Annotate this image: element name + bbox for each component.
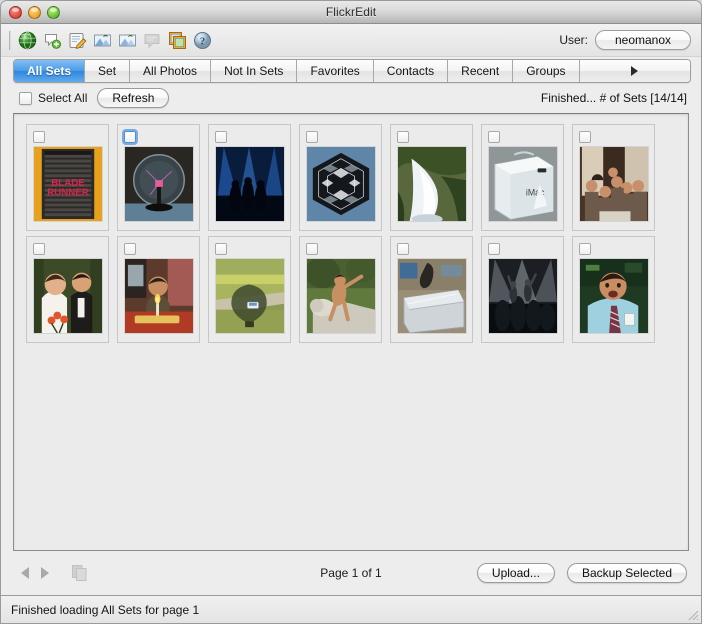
- thumbnail-checkbox[interactable]: [579, 131, 591, 143]
- group-party-photo-thumbnail[interactable]: [578, 146, 649, 222]
- thumbnail-checkbox[interactable]: [306, 131, 318, 143]
- thumbnail-checkbox[interactable]: [306, 243, 318, 255]
- thumbnail-cell[interactable]: [299, 236, 382, 343]
- tab-not-in-sets[interactable]: Not In Sets: [211, 60, 298, 82]
- thumbnail-panel[interactable]: BLADE RUNNER iMac: [13, 113, 689, 551]
- thumbnail-grid: BLADE RUNNER iMac: [14, 114, 688, 343]
- upload-photo-icon[interactable]: [91, 29, 113, 51]
- add-comment-icon[interactable]: [41, 29, 63, 51]
- globe-icon[interactable]: [16, 29, 38, 51]
- zoom-button[interactable]: [47, 6, 60, 19]
- thumbnail-cell[interactable]: [208, 124, 291, 231]
- thumbnail-checkbox[interactable]: [488, 131, 500, 143]
- concert-blue-stage-thumbnail[interactable]: [214, 146, 285, 222]
- comment-disabled-icon: [141, 29, 163, 51]
- triangle-right-icon[interactable]: [35, 563, 55, 583]
- window-title: FlickrEdit: [325, 5, 377, 19]
- control-row: Select All Refresh Finished... # of Sets…: [1, 83, 701, 113]
- select-all-label: Select All: [38, 91, 88, 105]
- status-bar: Finished loading All Sets for page 1: [1, 595, 701, 623]
- backup-selected-button[interactable]: Backup Selected: [566, 563, 687, 583]
- lion-statue-thumbnail[interactable]: [305, 258, 376, 334]
- thumbnail-cell[interactable]: [572, 236, 655, 343]
- tab-recent[interactable]: Recent: [448, 60, 514, 82]
- toolbar: ? User: neomanox: [1, 24, 701, 57]
- thumbnail-checkbox[interactable]: [397, 243, 409, 255]
- blade-runner-poster-thumbnail[interactable]: BLADE RUNNER: [32, 146, 103, 222]
- triangle-left-icon[interactable]: [15, 563, 35, 583]
- balloon-shadow-field-thumbnail[interactable]: [214, 258, 285, 334]
- thumbnail-checkbox[interactable]: [397, 131, 409, 143]
- close-button[interactable]: [9, 6, 22, 19]
- thumbnail-checkbox[interactable]: [215, 131, 227, 143]
- tab-set[interactable]: Set: [85, 60, 131, 82]
- user-label: User:: [559, 33, 588, 47]
- thumbnail-checkbox[interactable]: [488, 243, 500, 255]
- hexagon-mosaic-tile-thumbnail[interactable]: [305, 146, 376, 222]
- thumbnail-checkbox[interactable]: [579, 243, 591, 255]
- thumbnail-cell[interactable]: [390, 236, 473, 343]
- edit-icon[interactable]: [66, 29, 88, 51]
- toolbar-icon-group: ?: [16, 29, 213, 51]
- bottom-bar: Page 1 of 1 Upload... Backup Selected: [1, 551, 701, 595]
- thumbnail-cell[interactable]: [572, 124, 655, 231]
- select-all-checkbox[interactable]: [19, 91, 32, 105]
- thumbnail-cell[interactable]: iMac: [481, 124, 564, 231]
- tab-favorites[interactable]: Favorites: [297, 60, 374, 82]
- tab-all-sets[interactable]: All Sets: [14, 60, 86, 82]
- chevron-right-icon[interactable]: [579, 60, 690, 82]
- chevron-right-glyph: [631, 66, 639, 76]
- thumbnail-checkbox[interactable]: [33, 131, 45, 143]
- thumbnail-checkbox[interactable]: [124, 243, 136, 255]
- birthday-candle-thumbnail[interactable]: [123, 258, 194, 334]
- status-message: Finished loading All Sets for page 1: [11, 602, 200, 617]
- metal-case-thumbnail[interactable]: [396, 258, 467, 334]
- thumbnail-cell[interactable]: [117, 124, 200, 231]
- thumbnail-cell[interactable]: [208, 236, 291, 343]
- thumbnail-cell[interactable]: [390, 124, 473, 231]
- thumbnail-cell[interactable]: BLADE RUNNER: [26, 124, 109, 231]
- toolbar-grip: [9, 30, 11, 50]
- tab-bar: All Sets Set All Photos Not In Sets Favorite…: [13, 59, 691, 83]
- status-count-label: Finished... # of Sets [14/14]: [540, 91, 687, 105]
- bottom-actions: Upload... Backup Selected: [476, 563, 687, 583]
- tab-groups[interactable]: Groups: [513, 60, 580, 82]
- download-photo-icon[interactable]: [116, 29, 138, 51]
- application-window: FlickrEdit ? User: neomanox All Sets Set…: [0, 0, 702, 624]
- thumbnail-cell[interactable]: [299, 124, 382, 231]
- thumbnail-checkbox[interactable]: [215, 243, 227, 255]
- user-name-field[interactable]: neomanox: [595, 30, 691, 50]
- concert-smoke-stage-thumbnail[interactable]: [487, 258, 558, 334]
- copy-pages-icon[interactable]: [67, 562, 93, 584]
- waterfall-landscape-thumbnail[interactable]: [396, 146, 467, 222]
- svg-text:RUNNER: RUNNER: [47, 188, 89, 199]
- svg-text:?: ?: [199, 35, 205, 47]
- imac-box-thumbnail[interactable]: iMac: [487, 146, 558, 222]
- thumbnail-checkbox[interactable]: [33, 243, 45, 255]
- tab-contacts[interactable]: Contacts: [373, 60, 449, 82]
- thumbnail-checkbox[interactable]: [124, 131, 136, 143]
- wedding-couple-thumbnail[interactable]: [32, 258, 103, 334]
- thumbnail-cell[interactable]: [481, 236, 564, 343]
- resize-grip-icon[interactable]: [685, 607, 699, 621]
- plasma-globe-thumbnail[interactable]: [123, 146, 194, 222]
- man-in-blue-shirt-thumbnail[interactable]: [578, 258, 649, 334]
- tab-all-photos[interactable]: All Photos: [130, 60, 212, 82]
- refresh-button[interactable]: Refresh: [97, 88, 170, 108]
- help-icon[interactable]: ?: [191, 29, 213, 51]
- photos-icon[interactable]: [166, 29, 188, 51]
- title-bar: FlickrEdit: [1, 1, 701, 24]
- thumbnail-cell[interactable]: [26, 236, 109, 343]
- upload-button[interactable]: Upload...: [476, 563, 555, 583]
- thumbnail-cell[interactable]: [117, 236, 200, 343]
- minimize-button[interactable]: [28, 6, 41, 19]
- window-controls: [9, 6, 60, 19]
